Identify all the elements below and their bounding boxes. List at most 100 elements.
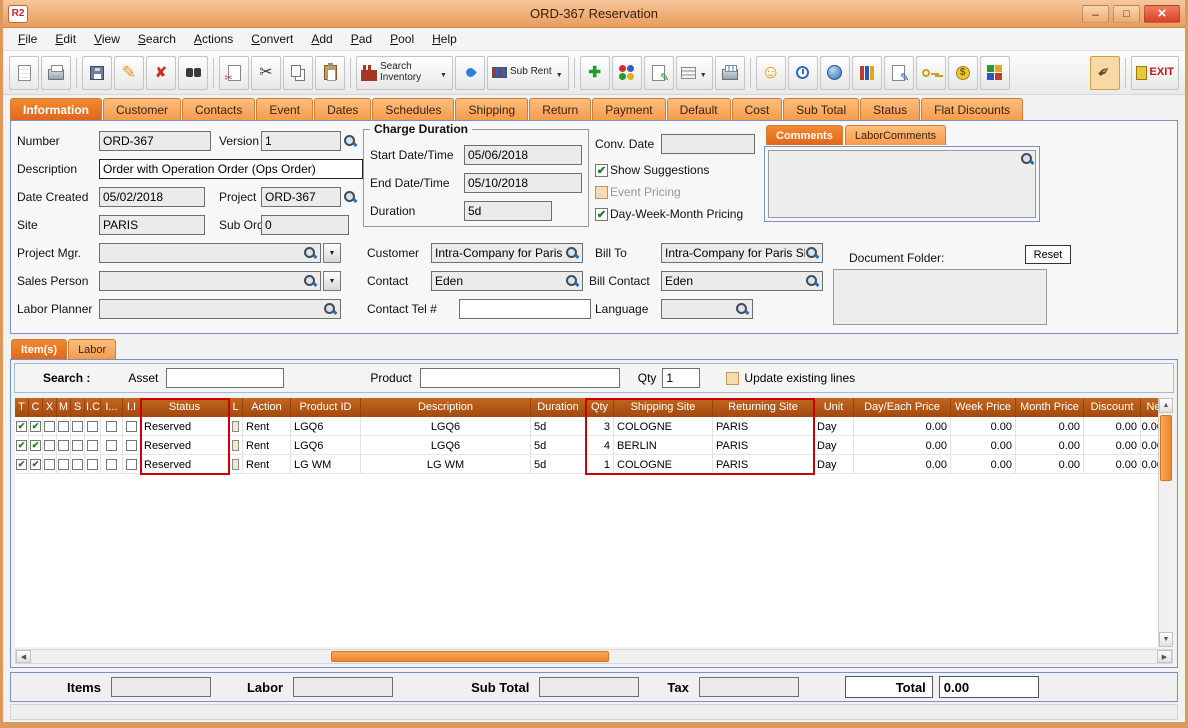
unchecked-checkbox[interactable]: [72, 459, 83, 470]
checked-checkbox[interactable]: [16, 459, 27, 470]
tab-comments[interactable]: Comments: [766, 125, 843, 145]
print-list-button[interactable]: [714, 55, 745, 90]
tab-labor[interactable]: Labor: [68, 339, 117, 359]
day-each-price-cell[interactable]: 0.00: [854, 436, 951, 455]
column-header-i-c[interactable]: I.C: [85, 398, 101, 417]
asset-input[interactable]: [166, 368, 285, 388]
tab-dates[interactable]: Dates: [314, 98, 372, 120]
language-lookup-icon[interactable]: [735, 302, 749, 316]
key-button[interactable]: [915, 55, 946, 90]
month-price-cell[interactable]: 0.00: [1016, 436, 1084, 455]
dropdown-arrow-icon[interactable]: [699, 64, 708, 82]
contact-tel-field[interactable]: [459, 299, 591, 319]
unchecked-checkbox[interactable]: [58, 421, 69, 432]
menu-search[interactable]: Search: [129, 29, 185, 49]
add-line-button[interactable]: [579, 55, 610, 90]
close-button[interactable]: [1144, 4, 1180, 23]
unchecked-checkbox[interactable]: [44, 440, 55, 451]
event-pricing-checkbox[interactable]: [595, 185, 608, 199]
sales-person-dropdown[interactable]: [323, 271, 341, 291]
column-header-s[interactable]: S: [71, 398, 85, 417]
tab-return[interactable]: Return: [529, 98, 592, 120]
column-header-c[interactable]: C: [29, 398, 43, 417]
line-options-button[interactable]: [232, 440, 239, 451]
tab-shipping[interactable]: Shipping: [455, 98, 529, 120]
customer-field[interactable]: Intra-Company for Paris Sh: [431, 243, 583, 263]
labor-planner-field[interactable]: [99, 299, 341, 319]
money-button[interactable]: [947, 55, 978, 90]
description-cell[interactable]: LGQ6: [361, 417, 531, 436]
conv-date-field[interactable]: [661, 134, 755, 154]
shipping-site-cell[interactable]: COLOGNE: [614, 455, 713, 474]
dropdown-arrow-icon[interactable]: [555, 64, 564, 82]
tab-information[interactable]: Information: [10, 98, 102, 120]
cubes-button[interactable]: [979, 55, 1010, 90]
column-header-t[interactable]: T: [15, 398, 29, 417]
unit-cell[interactable]: Day: [814, 417, 854, 436]
unchecked-checkbox[interactable]: [58, 459, 69, 470]
week-price-cell[interactable]: 0.00: [951, 455, 1016, 474]
unchecked-checkbox[interactable]: [126, 459, 137, 470]
unchecked-checkbox[interactable]: [72, 421, 83, 432]
column-header-week-price[interactable]: Week Price: [951, 398, 1016, 417]
tab-flat-discounts[interactable]: Flat Discounts: [921, 98, 1024, 120]
qty-input[interactable]: 1: [662, 368, 701, 388]
project-mgr-lookup-icon[interactable]: [303, 246, 317, 260]
tab-cost[interactable]: Cost: [731, 98, 783, 120]
dropdown-arrow-icon[interactable]: [439, 64, 448, 82]
horizontal-scrollbar[interactable]: [15, 649, 1173, 664]
project-lookup-icon[interactable]: [343, 190, 357, 204]
discount-cell[interactable]: 0.00: [1084, 417, 1141, 436]
horizontal-scroll-thumb[interactable]: [331, 651, 609, 662]
date-created-field[interactable]: 05/02/2018: [99, 187, 205, 207]
notes-button[interactable]: [883, 55, 914, 90]
update-existing-lines-checkbox[interactable]: [726, 371, 740, 385]
maximize-button[interactable]: [1113, 4, 1140, 23]
edit-note-button[interactable]: [643, 55, 674, 90]
action-cell[interactable]: Rent: [243, 436, 291, 455]
shipping-site-cell[interactable]: COLOGNE: [614, 417, 713, 436]
kit-button[interactable]: [611, 55, 642, 90]
table-row[interactable]: ReservedRentLGQ6LGQ65d3COLOGNEPARISDay0.…: [15, 417, 1173, 436]
start-date-field[interactable]: 05/06/2018: [464, 145, 582, 165]
project-field[interactable]: ORD-367: [261, 187, 341, 207]
exit-button[interactable]: EXIT: [1130, 55, 1179, 90]
duration-cell[interactable]: 5d: [531, 455, 586, 474]
find-button[interactable]: [178, 55, 208, 90]
tab-customer[interactable]: Customer: [103, 98, 182, 120]
action-cell[interactable]: Rent: [243, 455, 291, 474]
unchecked-checkbox[interactable]: [126, 440, 137, 451]
vertical-scrollbar[interactable]: [1158, 398, 1173, 647]
tab-event[interactable]: Event: [256, 98, 314, 120]
unchecked-checkbox[interactable]: [87, 421, 98, 432]
scroll-left-button[interactable]: [16, 650, 31, 663]
week-price-cell[interactable]: 0.00: [951, 417, 1016, 436]
menu-convert[interactable]: Convert: [242, 29, 302, 49]
tab-default[interactable]: Default: [666, 98, 731, 120]
print-button[interactable]: [41, 55, 71, 90]
smiley-button[interactable]: [755, 55, 786, 90]
month-price-cell[interactable]: 0.00: [1016, 417, 1084, 436]
checked-checkbox[interactable]: [16, 440, 27, 451]
sub-rent-button[interactable]: Sub Rent: [487, 55, 569, 90]
unchecked-checkbox[interactable]: [106, 440, 117, 451]
day-each-price-cell[interactable]: 0.00: [854, 455, 951, 474]
line-options-button[interactable]: [232, 421, 239, 432]
horizontal-scroll-track[interactable]: [31, 650, 1157, 663]
cut-button[interactable]: [251, 55, 281, 90]
table-row[interactable]: ReservedRentLG WMLG WM5d1COLOGNEPARISDay…: [15, 455, 1173, 474]
unchecked-checkbox[interactable]: [72, 440, 83, 451]
column-header-l[interactable]: L: [229, 398, 243, 417]
unchecked-checkbox[interactable]: [106, 459, 117, 470]
checked-checkbox[interactable]: [30, 421, 41, 432]
tab-item-s[interactable]: Item(s): [11, 339, 68, 359]
sales-person-field[interactable]: [99, 271, 321, 291]
dye-drop-button[interactable]: [455, 55, 485, 90]
menu-actions[interactable]: Actions: [185, 29, 242, 49]
reports-button[interactable]: [851, 55, 882, 90]
tab-labor-comments[interactable]: LaborComments: [844, 125, 947, 145]
menu-help[interactable]: Help: [423, 29, 466, 49]
column-header-i-i[interactable]: I.I: [123, 398, 141, 417]
comments-lookup-icon[interactable]: [1020, 152, 1034, 166]
labor-planner-lookup-icon[interactable]: [323, 302, 337, 316]
